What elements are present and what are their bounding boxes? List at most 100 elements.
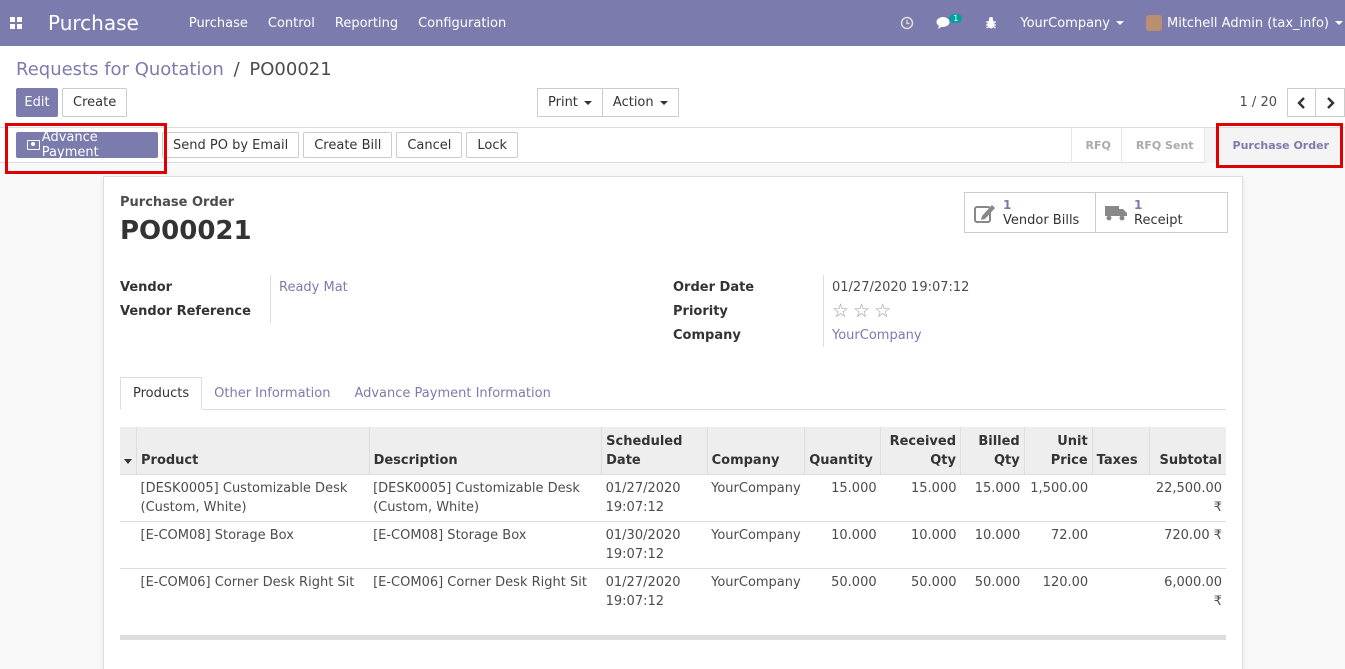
form-statusbar: Advance Payment Send PO by Email Create … <box>0 128 1345 163</box>
stage-rfq[interactable]: RFQ <box>1070 128 1121 163</box>
cell-received[interactable]: 15.000 <box>880 473 961 521</box>
cell-unit-price[interactable]: 120.00 <box>1024 567 1093 615</box>
pager-value[interactable]: 1 / 20 <box>1240 95 1277 110</box>
cell-product[interactable]: [DESK0005] Customizable Desk (Custom, Wh… <box>136 473 370 521</box>
col-received-qty[interactable]: Received Qty <box>880 427 961 474</box>
col-product[interactable]: Product <box>136 427 370 474</box>
advance-payment-button[interactable]: Advance Payment <box>16 130 158 160</box>
col-company[interactable]: Company <box>706 427 805 474</box>
cell-description[interactable]: [E-COM06] Corner Desk Right Sit <box>369 567 602 615</box>
print-action-group: Print Action <box>537 88 679 117</box>
star-icon[interactable]: ☆ <box>874 301 891 321</box>
clock-icon[interactable] <box>900 16 914 30</box>
priority-field: Priority ☆ ☆ ☆ <box>673 299 969 323</box>
apps-menu-icon[interactable] <box>0 0 32 46</box>
app-name[interactable]: Purchase <box>48 11 139 35</box>
navbar-systray: 1 YourCompany Mitchell Admin (tax_info) <box>878 0 1345 46</box>
cell-company[interactable]: YourCompany <box>707 473 805 521</box>
receipt-count: 1 <box>1134 197 1143 212</box>
priority-label: Priority <box>673 303 728 319</box>
cell-company[interactable]: YourCompany <box>707 567 805 615</box>
cell-product[interactable]: [E-COM08] Storage Box <box>136 520 370 568</box>
cell-taxes[interactable] <box>1092 520 1150 568</box>
edit-button[interactable]: Edit <box>16 88 58 117</box>
stage-purchase-order[interactable]: Purchase Order <box>1203 128 1345 163</box>
notebook-tabs: Products Other Information Advance Payme… <box>120 377 1226 410</box>
star-icon[interactable]: ☆ <box>832 301 849 321</box>
sort-caret-cell[interactable] <box>120 427 137 474</box>
chevron-right-icon <box>1327 96 1335 109</box>
cell-billed[interactable]: 50.000 <box>960 567 1025 615</box>
company-switcher[interactable]: YourCompany <box>1020 16 1124 31</box>
star-icon[interactable]: ☆ <box>853 301 870 321</box>
cell-billed[interactable]: 15.000 <box>960 473 1025 521</box>
cell-product[interactable]: [E-COM06] Corner Desk Right Sit <box>136 567 370 615</box>
cell-date[interactable]: 01/30/2020 19:07:12 <box>601 520 708 568</box>
pager: 1 / 20 <box>1240 88 1345 117</box>
user-menu[interactable]: Mitchell Admin (tax_info) <box>1145 15 1343 31</box>
cell-description[interactable]: [E-COM08] Storage Box <box>369 520 602 568</box>
table-row[interactable]: [E-COM06] Corner Desk Right Sit [E-COM06… <box>120 567 1226 615</box>
tab-products[interactable]: Products <box>120 377 203 410</box>
row-spacer <box>120 520 137 568</box>
tab-other-information[interactable]: Other Information <box>202 377 342 410</box>
tab-advance-payment-information[interactable]: Advance Payment Information <box>342 377 562 410</box>
col-description[interactable]: Description <box>368 427 602 474</box>
menu-purchase[interactable]: Purchase <box>189 16 248 31</box>
col-scheduled-date[interactable]: Scheduled Date <box>601 427 708 474</box>
cell-received[interactable]: 10.000 <box>880 520 961 568</box>
vendor-value[interactable]: Ready Mat <box>270 275 348 299</box>
cell-date[interactable]: 01/27/2020 19:07:12 <box>601 567 708 615</box>
user-name: Mitchell Admin (tax_info) <box>1166 15 1329 31</box>
print-label: Print <box>548 95 578 110</box>
breadcrumb-parent[interactable]: Requests for Quotation <box>16 59 224 80</box>
menu-control[interactable]: Control <box>268 16 315 31</box>
menu-reporting[interactable]: Reporting <box>335 16 398 31</box>
stage-rfq-sent[interactable]: RFQ Sent <box>1120 128 1204 163</box>
top-navbar: Purchase Purchase Control Reporting Conf… <box>0 0 1345 46</box>
col-taxes[interactable]: Taxes <box>1091 427 1150 474</box>
vendor-label: Vendor <box>120 279 173 295</box>
cell-taxes[interactable] <box>1092 567 1150 615</box>
cancel-button[interactable]: Cancel <box>396 132 463 158</box>
menu-configuration[interactable]: Configuration <box>418 16 506 31</box>
chevron-left-icon <box>1296 96 1305 109</box>
action-dropdown[interactable]: Action <box>602 88 679 117</box>
vendor-field: Vendor Ready Mat <box>120 275 348 299</box>
pager-next-button[interactable] <box>1316 88 1345 117</box>
table-row[interactable]: [E-COM08] Storage Box [E-COM08] Storage … <box>120 520 1226 568</box>
cell-taxes[interactable] <box>1092 473 1150 521</box>
col-quantity[interactable]: Quantity <box>804 427 881 474</box>
vendor-bills-label: Vendor Bills <box>1003 212 1080 228</box>
col-subtotal[interactable]: Subtotal <box>1149 427 1226 474</box>
cell-date[interactable]: 01/27/2020 19:07:12 <box>601 473 708 521</box>
cell-unit-price[interactable]: 1,500.00 <box>1024 473 1093 521</box>
vendor-reference-label: Vendor Reference <box>120 303 251 319</box>
left-field-group: Vendor Ready Mat Vendor Reference <box>120 275 348 323</box>
pager-previous-button[interactable] <box>1287 88 1316 117</box>
lock-button[interactable]: Lock <box>466 132 519 158</box>
cell-billed[interactable]: 10.000 <box>960 520 1025 568</box>
table-row[interactable]: [DESK0005] Customizable Desk (Custom, Wh… <box>120 473 1226 521</box>
col-billed-qty[interactable]: Billed Qty <box>960 427 1025 474</box>
cell-quantity[interactable]: 15.000 <box>804 473 881 521</box>
create-bill-button[interactable]: Create Bill <box>303 132 393 158</box>
cell-subtotal: 22,500.00 ₹ <box>1149 473 1226 521</box>
vendor-bills-button[interactable]: 1 Vendor Bills <box>965 193 1096 232</box>
cell-subtotal: 720.00 ₹ <box>1149 520 1226 568</box>
cell-company[interactable]: YourCompany <box>707 520 805 568</box>
col-unit-price[interactable]: Unit Price <box>1023 427 1093 474</box>
company-value[interactable]: YourCompany <box>823 323 922 347</box>
print-dropdown[interactable]: Print <box>537 88 603 117</box>
send-po-email-button[interactable]: Send PO by Email <box>162 132 300 158</box>
cell-description[interactable]: [DESK0005] Customizable Desk (Custom, Wh… <box>369 473 602 521</box>
cell-quantity[interactable]: 10.000 <box>804 520 881 568</box>
create-button[interactable]: Create <box>62 88 128 117</box>
messages-icon[interactable]: 1 <box>936 13 963 30</box>
cell-quantity[interactable]: 50.000 <box>804 567 881 615</box>
cell-received[interactable]: 50.000 <box>880 567 961 615</box>
debug-bug-icon[interactable] <box>984 16 998 30</box>
cell-unit-price[interactable]: 72.00 <box>1024 520 1093 568</box>
receipt-button[interactable]: 1 Receipt <box>1096 193 1227 232</box>
table-header-row: Product Description Scheduled Date Compa… <box>120 427 1226 474</box>
